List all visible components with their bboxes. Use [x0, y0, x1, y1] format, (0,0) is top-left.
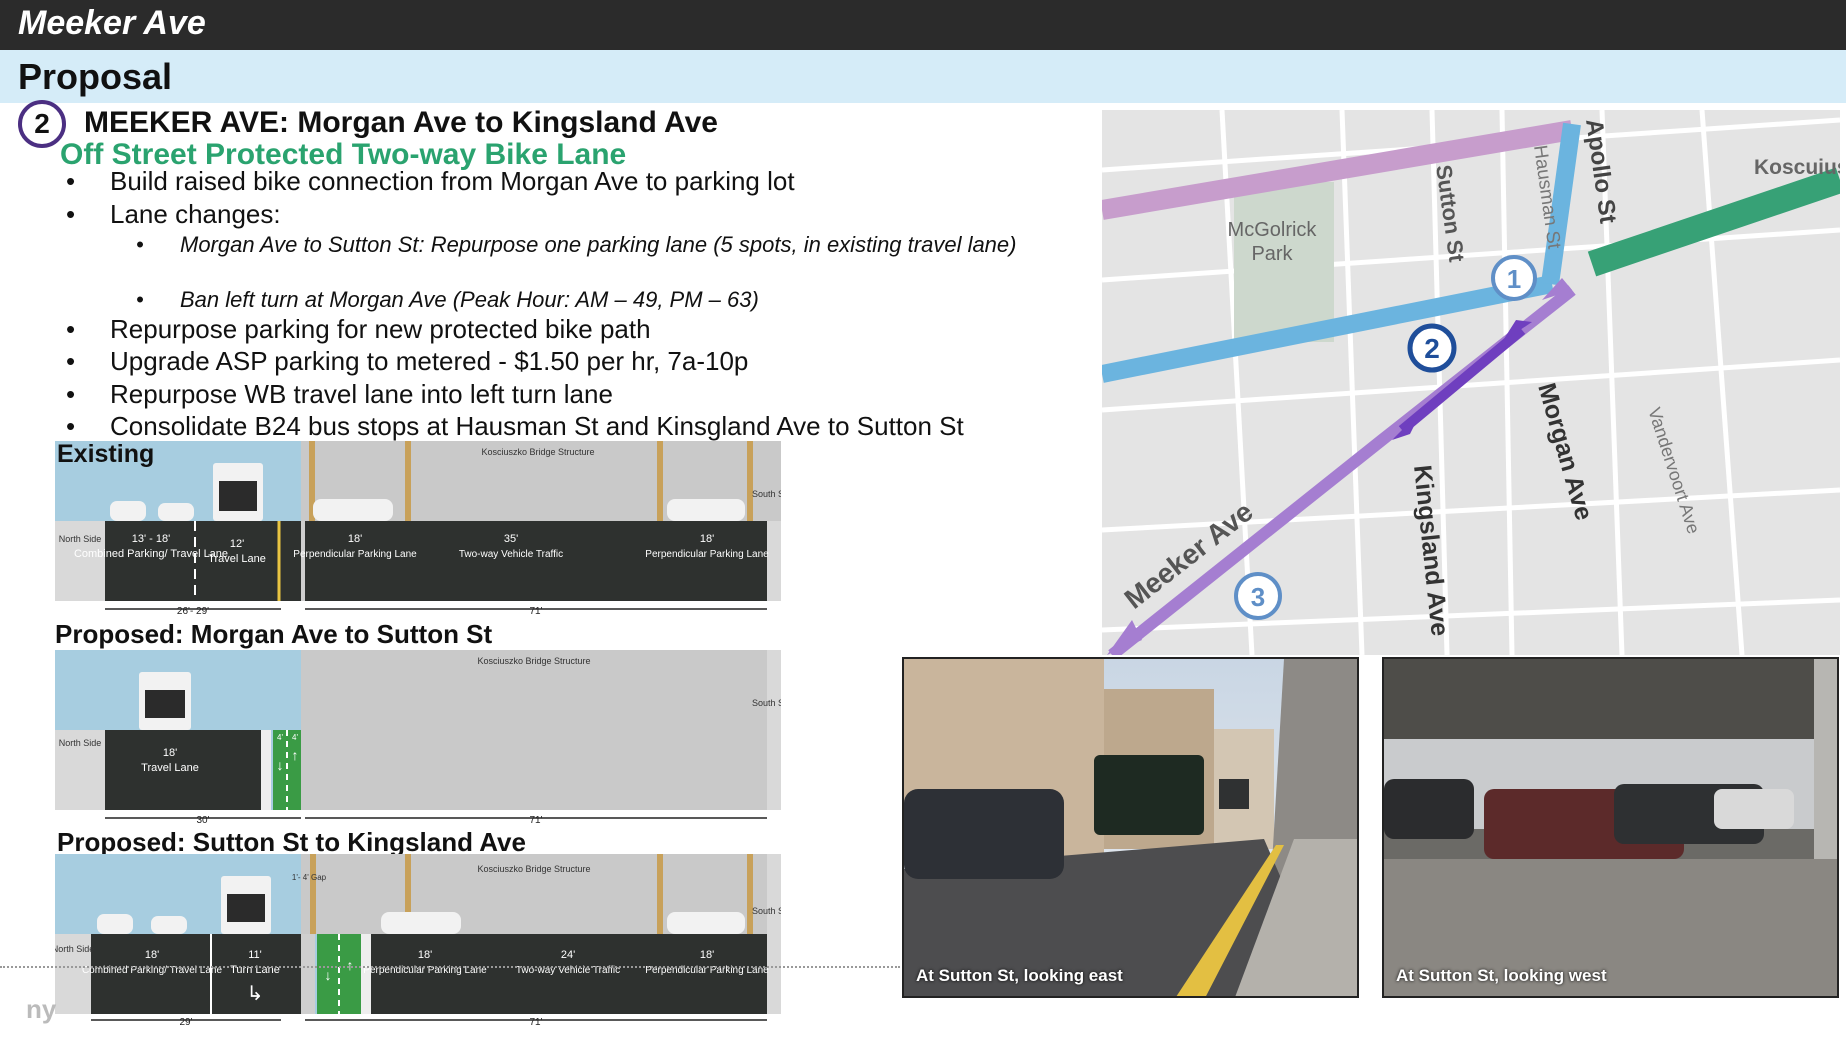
photo-looking-east: At Sutton St, looking east [902, 657, 1359, 998]
lane-name: Perpendicular Parking Lane [645, 549, 769, 560]
turn-arrow-icon: ↳ [247, 983, 264, 1005]
slide-header: Meeker Ave [0, 0, 1846, 50]
gap-label: 1'- 4' Gap [292, 873, 327, 882]
south-side-label: South Side [752, 489, 781, 499]
footer-logo: ny [26, 994, 57, 1024]
lane-width: 18' [163, 747, 177, 759]
svg-text:2: 2 [1424, 333, 1440, 364]
dimension-label: 71' [529, 815, 542, 825]
lane-name: Perpendicular Parking Lane [293, 549, 417, 560]
segment-number-badge: 2 [18, 100, 66, 148]
lane-width: 18' [700, 533, 714, 545]
photo-caption: At Sutton St, looking west [1396, 966, 1607, 985]
map-label-bridge: Koscuiuszko Bridge [1754, 156, 1840, 179]
section-band: Proposal [0, 50, 1846, 103]
bike-arrow-up-icon: ↑ [347, 957, 354, 973]
lane-name: Two-way Vehicle Traffic [459, 549, 563, 560]
cross-section-sutton-kingsland: Kosciuszko Bridge Structure North Side S… [55, 854, 781, 1029]
dimension-label: 71' [529, 1017, 542, 1028]
cross-section-existing: Kosciuszko Bridge Structure North Side S… [55, 441, 781, 616]
lane-width: 18' [348, 533, 362, 545]
lane-name: Travel Lane [208, 553, 266, 565]
structure-label: Kosciuszko Bridge Structure [477, 864, 590, 874]
map-marker: 1 [1491, 255, 1537, 301]
dimension-label: 29' [179, 1017, 192, 1028]
cross-section-morgan-sutton: Kosciuszko Bridge Structure North Side S… [55, 650, 781, 825]
map-marker: 3 [1234, 572, 1282, 620]
dimension-label: 71' [529, 606, 542, 616]
photo-looking-west: At Sutton St, looking west [1382, 657, 1839, 998]
lane-width: 18' [418, 949, 432, 961]
lane-width: 13' - 18' [132, 533, 170, 545]
bike-arrow-down-icon: ↓ [277, 757, 284, 773]
south-side-label: South Side [752, 906, 781, 916]
slide-header-title: Meeker Ave [18, 4, 206, 42]
south-side-label: South Side [752, 698, 781, 708]
structure-label: Kosciuszko Bridge Structure [477, 656, 590, 666]
lane-width: 18' [700, 949, 714, 961]
dimension-label: 26'- 29' [177, 606, 209, 616]
lane-name: Combined Parking/ Travel Lane [74, 548, 228, 560]
section-title: Proposal [18, 56, 173, 97]
lane-width: 12' [230, 538, 244, 550]
section-label-morgan: Proposed: Morgan Ave to Sutton St [55, 619, 493, 649]
bike-arrow-down-icon: ↓ [325, 967, 332, 983]
bike-arrow-up-icon: ↑ [292, 747, 299, 763]
svg-text:1: 1 [1507, 264, 1521, 294]
lane-name: Travel Lane [141, 762, 199, 774]
dimension-label: 30' [196, 815, 209, 825]
footer-divider [0, 966, 900, 968]
route-map: 1 2 3 McGolrickPark Koscuiuszko Bridge A… [1102, 110, 1840, 655]
section-label-existing: Existing [57, 440, 155, 468]
lane-width: 35' [504, 533, 518, 545]
photo-caption: At Sutton St, looking east [916, 966, 1123, 985]
map-marker: 2 [1407, 323, 1457, 373]
north-side-label: North Side [55, 944, 94, 954]
north-side-label: North Side [59, 738, 102, 748]
lane-width: 11' [248, 949, 262, 961]
bike-lane-width: 4' [277, 733, 283, 742]
lane-width: 18' [145, 949, 159, 961]
structure-label: Kosciuszko Bridge Structure [481, 447, 594, 457]
north-side-label: North Side [59, 534, 102, 544]
segment-number: 2 [34, 108, 50, 139]
lane-width: 24' [561, 949, 575, 961]
svg-text:3: 3 [1251, 582, 1265, 612]
bike-lane-width: 4' [292, 733, 298, 742]
segment-title: MEEKER AVE: Morgan Ave to Kingsland Ave [84, 106, 718, 139]
